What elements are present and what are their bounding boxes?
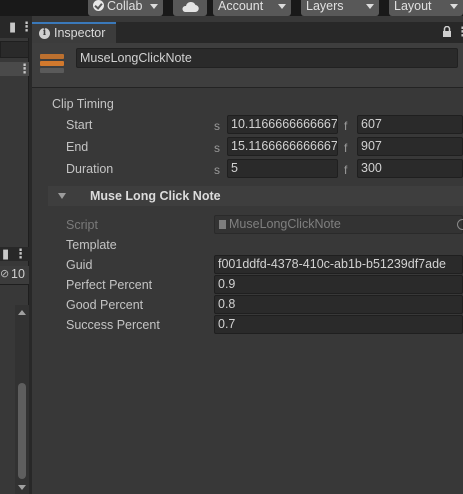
left-search-field[interactable] (0, 41, 29, 58)
guid-label: Guid (66, 258, 93, 272)
tab-inspector[interactable]: i Inspector (32, 22, 116, 43)
visibility-count: 10 (11, 267, 25, 281)
end-seconds-field[interactable]: 15.1166666666667 (227, 137, 338, 156)
playable-asset-icon (40, 52, 64, 74)
start-seconds-field[interactable]: 10.1166666666667 (227, 115, 338, 134)
inspector-tab-strip: i Inspector ⋮ (32, 22, 463, 43)
cloud-button[interactable] (173, 0, 207, 16)
check-circle-icon (93, 0, 104, 11)
end-label: End (66, 140, 89, 154)
component-title: Muse Long Click Note (90, 189, 221, 203)
component-foldout-header[interactable]: Muse Long Click Note (48, 186, 463, 206)
object-picker-icon (457, 219, 463, 230)
template-label: Template (66, 238, 117, 252)
info-icon: i (39, 28, 50, 39)
visibility-row[interactable]: ⊘ 10 (0, 266, 29, 284)
account-label: Account (218, 0, 264, 13)
start-label: Start (66, 118, 93, 132)
scrollbar-thumb[interactable] (18, 383, 26, 479)
collab-dropdown[interactable]: Collab (88, 0, 163, 16)
object-header: MuseLongClickNote (32, 43, 463, 88)
success-percent-field[interactable]: 0.7 (214, 315, 463, 334)
end-frames-unit: f (344, 141, 348, 155)
good-percent-label: Good Percent (66, 298, 144, 312)
account-dropdown[interactable]: Account (213, 0, 291, 16)
layout-label: Layout (394, 0, 432, 13)
chevron-down-icon (450, 4, 458, 9)
chevron-down-icon (366, 4, 374, 9)
collab-label: Collab (107, 0, 143, 13)
chevron-down-icon (150, 4, 158, 9)
script-field: MuseLongClickNote (214, 215, 463, 234)
kebab-menu-icon[interactable]: ⋮ (18, 62, 31, 75)
clip-timing-title: Clip Timing (52, 97, 114, 111)
layers-label: Layers (306, 0, 344, 13)
start-frames-field[interactable]: 607 (357, 115, 463, 134)
layout-dropdown[interactable]: Layout (389, 0, 463, 16)
chevron-down-icon[interactable] (58, 193, 66, 199)
duration-seconds-unit: s (214, 163, 220, 177)
end-frames-field[interactable]: 907 (357, 137, 463, 156)
lock-icon[interactable] (442, 26, 452, 37)
script-label: Script (66, 218, 98, 232)
lock-icon[interactable]: ▮ (9, 20, 16, 33)
kebab-menu-icon[interactable]: ⋮ (456, 25, 463, 38)
tab-inspector-label: Inspector (54, 26, 106, 40)
script-value: MuseLongClickNote (229, 217, 341, 231)
kebab-menu-icon[interactable]: ⋮ (14, 247, 27, 260)
left-panel-tabbar: ▮ ⋮ (0, 16, 33, 38)
start-seconds-unit: s (214, 119, 220, 133)
scroll-up-arrow-icon[interactable] (18, 310, 26, 315)
left-panel-tabbar-2: ▮ ⋮ (0, 247, 29, 261)
vertical-scrollbar[interactable] (15, 305, 29, 494)
duration-frames-unit: f (344, 163, 348, 177)
left-panel: ▮ ⋮ ⋮ ▮ ⋮ ⊘ 10 (0, 16, 33, 494)
success-percent-label: Success Percent (66, 318, 160, 332)
start-frames-unit: f (344, 119, 348, 133)
inspector-panel: i Inspector ⋮ MuseLongClickNote Clip Tim… (32, 16, 463, 494)
divider (0, 284, 29, 285)
left-panel-row[interactable]: ⋮ (0, 62, 31, 76)
perfect-percent-label: Perfect Percent (66, 278, 153, 292)
lock-icon[interactable]: ▮ (2, 247, 9, 260)
duration-frames-field[interactable]: 300 (357, 159, 463, 178)
scroll-down-arrow-icon[interactable] (18, 485, 26, 490)
object-name-field[interactable]: MuseLongClickNote (76, 48, 458, 68)
chevron-down-icon (278, 4, 286, 9)
cloud-icon (182, 1, 199, 13)
end-seconds-unit: s (214, 141, 220, 155)
main-toolbar: Collab Account Layers Layout (0, 0, 463, 16)
guid-field[interactable]: f001ddfd-4378-410c-ab1b-b51239df7ade (214, 255, 463, 274)
script-file-icon (219, 220, 226, 229)
duration-label: Duration (66, 162, 114, 176)
layers-dropdown[interactable]: Layers (301, 0, 379, 16)
good-percent-field[interactable]: 0.8 (214, 295, 463, 314)
duration-seconds-field[interactable]: 5 (227, 159, 338, 178)
perfect-percent-field[interactable]: 0.9 (214, 275, 463, 294)
eye-slash-icon[interactable]: ⊘ (0, 267, 9, 280)
